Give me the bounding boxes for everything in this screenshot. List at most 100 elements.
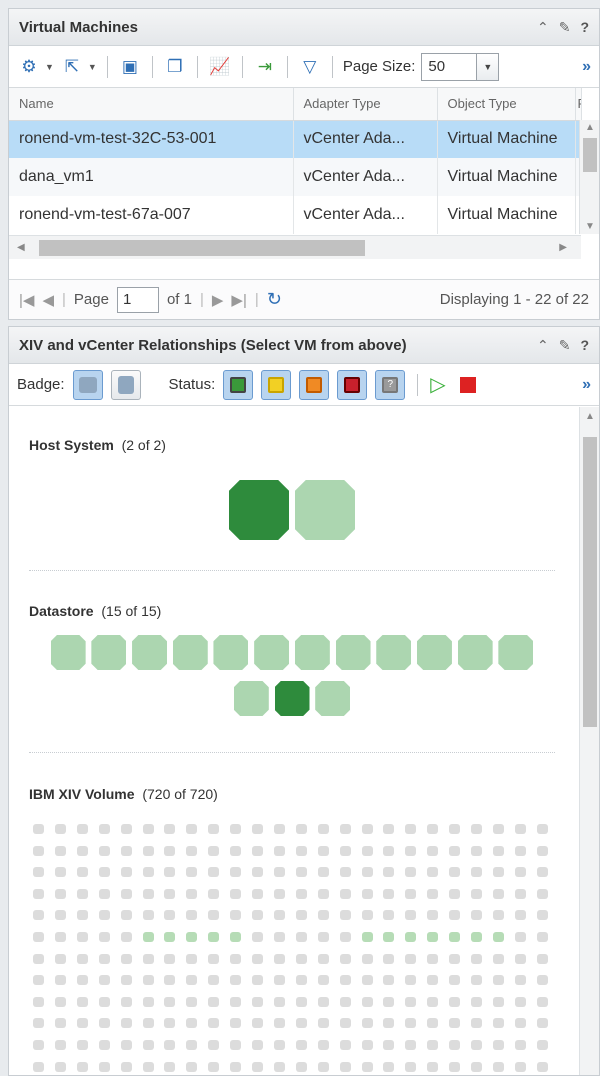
volume-dot[interactable] bbox=[449, 996, 461, 1007]
relationship-tile[interactable] bbox=[498, 635, 534, 670]
volume-dot[interactable] bbox=[405, 910, 417, 921]
volume-dot[interactable] bbox=[383, 867, 395, 878]
volume-dot[interactable] bbox=[317, 932, 329, 942]
volume-dot[interactable] bbox=[317, 953, 329, 964]
relationship-tile[interactable] bbox=[229, 480, 289, 540]
volume-dot[interactable] bbox=[208, 1018, 220, 1029]
volume-dot[interactable] bbox=[339, 1018, 351, 1029]
edit-pencil-icon[interactable]: ✎ bbox=[559, 19, 571, 36]
table-row[interactable]: ronend-vm-test-67a-007 vCenter Ada... Vi… bbox=[9, 196, 582, 234]
volume-dot[interactable] bbox=[405, 1018, 417, 1029]
volume-dot[interactable] bbox=[208, 824, 220, 834]
volume-dot[interactable] bbox=[164, 845, 176, 856]
volume-dot[interactable] bbox=[295, 824, 307, 834]
volume-dot[interactable] bbox=[492, 888, 504, 899]
volume-dot[interactable] bbox=[471, 1040, 482, 1050]
volume-dot[interactable] bbox=[273, 1061, 285, 1072]
volume-dot[interactable] bbox=[164, 1061, 176, 1072]
volume-dot[interactable] bbox=[492, 975, 504, 986]
volume-dot[interactable] bbox=[273, 932, 285, 942]
volume-dot[interactable] bbox=[164, 888, 176, 899]
volume-dot[interactable] bbox=[230, 953, 242, 964]
relationship-tile[interactable] bbox=[416, 635, 452, 670]
volume-dot[interactable] bbox=[295, 932, 307, 942]
volume-dot[interactable] bbox=[295, 953, 307, 964]
volume-dot[interactable] bbox=[317, 1018, 329, 1029]
volume-dot[interactable] bbox=[471, 953, 482, 964]
performance-chart-icon[interactable]: 📈 bbox=[208, 55, 232, 79]
volume-dot[interactable] bbox=[273, 975, 285, 986]
volume-dot[interactable] bbox=[33, 888, 44, 899]
volume-dot[interactable] bbox=[361, 996, 373, 1007]
volume-dot[interactable] bbox=[230, 888, 242, 899]
volume-dot[interactable] bbox=[252, 910, 263, 921]
volume-dot[interactable] bbox=[142, 888, 154, 899]
volume-dot[interactable] bbox=[76, 867, 88, 878]
volume-dot[interactable] bbox=[514, 845, 526, 856]
volume-dot[interactable] bbox=[492, 867, 504, 878]
volume-dot[interactable] bbox=[536, 888, 548, 899]
column-header-name[interactable]: Name bbox=[9, 88, 294, 121]
volume-dot[interactable] bbox=[449, 1018, 461, 1029]
volume-dot[interactable] bbox=[252, 1040, 263, 1050]
help-icon[interactable]: ? bbox=[580, 337, 589, 354]
volume-dot[interactable] bbox=[142, 845, 154, 856]
volume-dot[interactable] bbox=[317, 1061, 329, 1072]
volume-dot[interactable] bbox=[208, 932, 220, 942]
volume-dot[interactable] bbox=[427, 1040, 439, 1050]
volume-dot[interactable] bbox=[273, 910, 285, 921]
volume-dot[interactable] bbox=[230, 824, 242, 834]
volume-dot[interactable] bbox=[142, 932, 154, 942]
volume-dot[interactable] bbox=[33, 953, 44, 964]
volume-dot[interactable] bbox=[98, 996, 110, 1007]
volume-dot[interactable] bbox=[405, 996, 417, 1007]
volume-dot[interactable] bbox=[252, 975, 263, 986]
volume-dot[interactable] bbox=[405, 845, 417, 856]
volume-dot[interactable] bbox=[471, 1018, 482, 1029]
volume-dot[interactable] bbox=[76, 932, 88, 942]
volume-dot[interactable] bbox=[208, 975, 220, 986]
volume-dot[interactable] bbox=[142, 996, 154, 1007]
volume-dot[interactable] bbox=[186, 975, 198, 986]
volume-dot[interactable] bbox=[295, 1018, 307, 1029]
table-row[interactable]: ronend-vm-test-32C-53-001 vCenter Ada...… bbox=[9, 120, 582, 158]
volume-dot[interactable] bbox=[536, 1018, 548, 1029]
volume-dot[interactable] bbox=[405, 1040, 417, 1050]
volume-dot[interactable] bbox=[449, 824, 461, 834]
edit-pencil-icon[interactable]: ✎ bbox=[559, 337, 571, 354]
volume-dot[interactable] bbox=[76, 1018, 88, 1029]
volume-dot[interactable] bbox=[514, 888, 526, 899]
volume-dot[interactable] bbox=[230, 845, 242, 856]
volume-dot[interactable] bbox=[317, 910, 329, 921]
volume-dot[interactable] bbox=[98, 910, 110, 921]
chevron-down-icon[interactable]: ▼ bbox=[88, 62, 97, 72]
volume-dot[interactable] bbox=[427, 910, 439, 921]
volume-dot[interactable] bbox=[208, 953, 220, 964]
volume-dot[interactable] bbox=[405, 953, 417, 964]
collapse-icon[interactable]: ⌃ bbox=[537, 337, 549, 354]
volume-dot[interactable] bbox=[471, 824, 482, 834]
volume-dot[interactable] bbox=[339, 845, 351, 856]
volume-dot[interactable] bbox=[514, 932, 526, 942]
volume-dot[interactable] bbox=[383, 845, 395, 856]
volume-dot[interactable] bbox=[164, 996, 176, 1007]
volume-dot[interactable] bbox=[317, 996, 329, 1007]
volume-dot[interactable] bbox=[120, 953, 132, 964]
volume-dot[interactable] bbox=[514, 1061, 526, 1072]
volume-dot[interactable] bbox=[383, 932, 395, 942]
volume-dot[interactable] bbox=[164, 932, 176, 942]
volume-dot[interactable] bbox=[536, 824, 548, 834]
scroll-down-arrow-icon[interactable]: ▼ bbox=[585, 221, 595, 232]
volume-dot[interactable] bbox=[98, 953, 110, 964]
volume-dot[interactable] bbox=[186, 1040, 198, 1050]
volume-dot[interactable] bbox=[492, 953, 504, 964]
volume-dot[interactable] bbox=[405, 975, 417, 986]
volume-dot[interactable] bbox=[339, 888, 351, 899]
volume-dot[interactable] bbox=[361, 888, 373, 899]
volume-dot[interactable] bbox=[536, 845, 548, 856]
volume-dot[interactable] bbox=[98, 1061, 110, 1072]
volume-dot[interactable] bbox=[536, 1040, 548, 1050]
volume-dot[interactable] bbox=[471, 888, 482, 899]
volume-dot[interactable] bbox=[361, 1061, 373, 1072]
volume-dot[interactable] bbox=[492, 910, 504, 921]
